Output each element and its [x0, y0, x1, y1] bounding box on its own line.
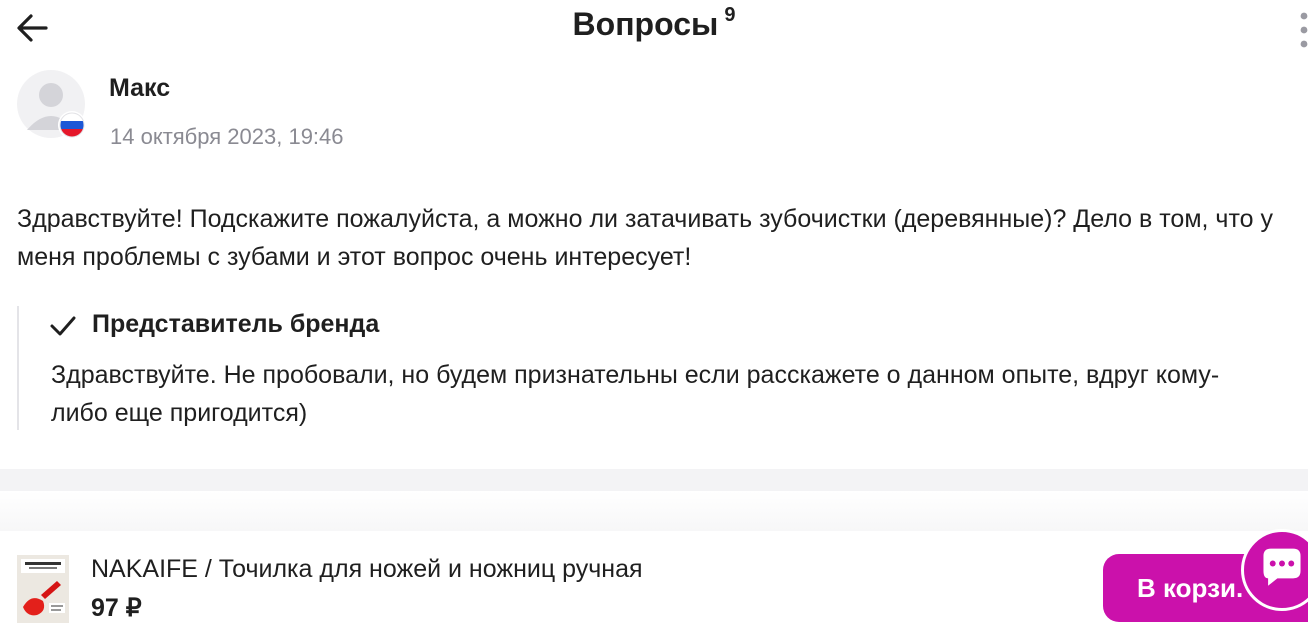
more-vertical-icon[interactable]: [1298, 10, 1308, 50]
answer-text: Здравствуйте. Не пробовали, но будем при…: [51, 361, 1220, 427]
question-text: Здравствуйте! Подскажите пожалуйста, а м…: [17, 205, 1273, 271]
page-title-text: Вопросы: [572, 6, 719, 42]
section-divider: [0, 469, 1308, 491]
bottom-shadow: [0, 491, 1308, 531]
product-name[interactable]: NAKAIFE / Точилка для ножей и ножниц руч…: [91, 555, 643, 584]
page-title: Вопросы 9: [0, 4, 1308, 43]
author-name: Макс: [109, 74, 171, 102]
product-price: 97 ₽: [91, 594, 142, 622]
product-image: [17, 555, 69, 623]
answer-author: Представитель бренда: [92, 310, 380, 338]
avatar[interactable]: [17, 70, 85, 138]
top-bar: Вопросы 9: [0, 0, 1308, 60]
brand-answer: Представитель бренда Здравствуйте. Не пр…: [17, 306, 1289, 430]
product-bar: NAKAIFE / Точилка для ножей и ножниц руч…: [0, 531, 1308, 642]
question-date: 14 октября 2023, 19:46: [110, 124, 344, 149]
question-count: 9: [724, 4, 736, 26]
product-thumbnail[interactable]: [17, 555, 69, 623]
check-icon: [50, 316, 76, 336]
